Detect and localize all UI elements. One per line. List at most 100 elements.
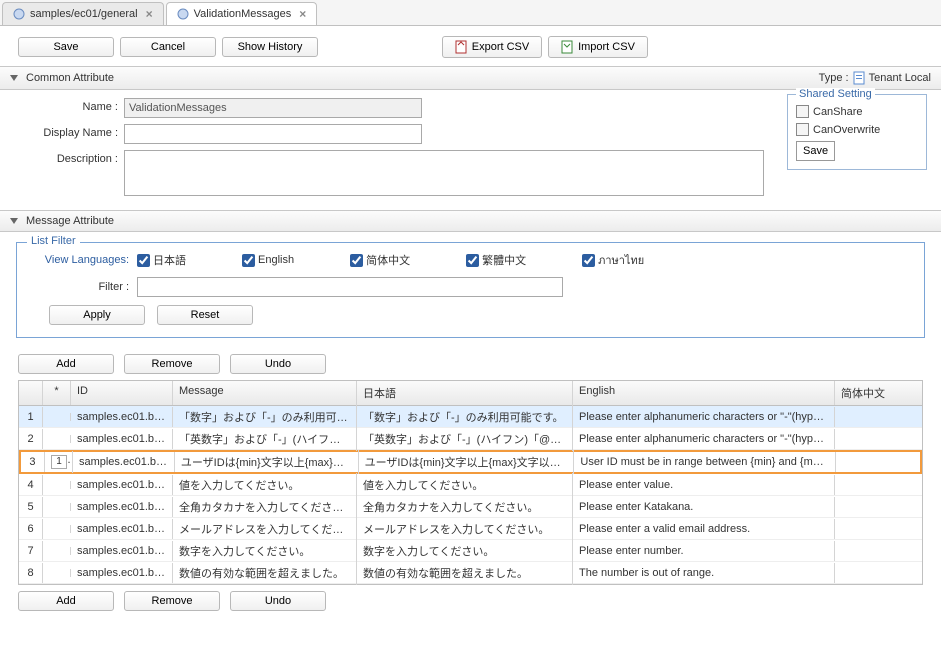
row-id[interactable]: samples.ec01.be… xyxy=(71,563,173,583)
message-attribute-header[interactable]: Message Attribute xyxy=(0,210,941,232)
row-id[interactable]: samples.ec01.be… xyxy=(71,475,173,495)
row-japanese[interactable]: 数値の有効な範囲を超えました。 xyxy=(357,561,573,585)
row-english[interactable]: Please enter number. xyxy=(573,541,835,561)
row-japanese[interactable]: 「英数字」および「-」(ハイフン)「@」… xyxy=(357,427,573,451)
table-row[interactable]: 7samples.ec01.be…数字を入力してください。数字を入力してください… xyxy=(19,540,922,562)
row-id[interactable]: samples.ec01.be… xyxy=(71,541,173,561)
undo-button[interactable]: Undo xyxy=(230,591,326,611)
row-id[interactable]: samples.ec01.be… xyxy=(71,519,173,539)
row-english[interactable]: Please enter Katakana. xyxy=(573,497,835,517)
table-row[interactable]: 1 samples.ec01.be…「数字」および「-」のみ利用可…「数字」および… xyxy=(19,406,922,428)
row-message[interactable]: 全角カタカナを入力してください。 xyxy=(173,495,357,519)
undo-button[interactable]: Undo xyxy=(230,354,326,374)
row-english[interactable]: The number is out of range. xyxy=(573,563,835,583)
row-message[interactable]: 「英数字」および「-」(ハイフン)… xyxy=(173,427,357,451)
col-japanese-header[interactable]: 日本語 xyxy=(357,381,573,405)
row-japanese[interactable]: 「数字」および「-」のみ利用可能です。 xyxy=(357,405,573,429)
lang-zhcn-checkbox[interactable]: 简体中文 xyxy=(350,252,410,268)
table-row[interactable]: 4samples.ec01.be…値を入力してください。値を入力してください。P… xyxy=(19,474,922,496)
table-row[interactable]: 5samples.ec01.be…全角カタカナを入力してください。全角カタカナを… xyxy=(19,496,922,518)
row-message[interactable]: メールアドレスを入力してくださ… xyxy=(173,517,357,541)
lang-en-checkbox[interactable]: English xyxy=(242,254,294,267)
cancel-button[interactable]: Cancel xyxy=(120,37,216,57)
row-star xyxy=(43,413,71,421)
row-star xyxy=(43,435,71,443)
row-id[interactable]: samples.ec01.be… xyxy=(71,407,173,427)
show-history-button[interactable]: Show History xyxy=(222,37,318,57)
row-japanese[interactable]: ユーザIDは{min}文字以上{max}文字以下… xyxy=(359,450,575,474)
save-button[interactable]: Save xyxy=(18,37,114,57)
remove-button[interactable]: Remove xyxy=(124,591,220,611)
row-english[interactable]: Please enter a valid email address. xyxy=(573,519,835,539)
row-english[interactable]: User ID must be in range between {min} a… xyxy=(574,452,836,472)
shared-save-button[interactable]: Save xyxy=(796,141,835,161)
row-index: 7 xyxy=(19,541,43,561)
add-button[interactable]: Add xyxy=(18,591,114,611)
add-button[interactable]: Add xyxy=(18,354,114,374)
row-chinese[interactable] xyxy=(835,435,919,443)
row-index: 3 xyxy=(21,452,45,472)
row-chinese[interactable] xyxy=(835,525,919,533)
close-icon[interactable]: × xyxy=(146,7,153,21)
remove-button[interactable]: Remove xyxy=(124,354,220,374)
row-japanese[interactable]: 全角カタカナを入力してください。 xyxy=(357,495,573,519)
filter-input[interactable] xyxy=(137,277,563,297)
canshare-checkbox[interactable] xyxy=(796,105,809,118)
reset-button[interactable]: Reset xyxy=(157,305,253,325)
row-message[interactable]: 数値の有効な範囲を超えました。 xyxy=(173,561,357,585)
row-chinese[interactable] xyxy=(835,547,919,555)
table-row[interactable]: 31samples.ec01.be…ユーザIDは{min}文字以上{max}文…… xyxy=(19,450,922,474)
row-japanese[interactable]: 数字を入力してください。 xyxy=(357,539,573,563)
row-chinese[interactable] xyxy=(835,569,919,577)
row-message[interactable]: 数字を入力してください。 xyxy=(173,539,357,563)
row-english[interactable]: Please enter alphanumeric characters or … xyxy=(573,407,835,427)
col-star-header[interactable]: * xyxy=(43,381,71,405)
row-id[interactable]: samples.ec01.be… xyxy=(71,497,173,517)
col-english-header[interactable]: English xyxy=(573,381,835,405)
name-field[interactable] xyxy=(124,98,422,118)
description-label: Description : xyxy=(12,150,124,165)
table-row[interactable]: 6samples.ec01.be…メールアドレスを入力してくださ…メールアドレス… xyxy=(19,518,922,540)
export-csv-button[interactable]: Export CSV xyxy=(442,36,542,58)
row-chinese[interactable] xyxy=(835,503,919,511)
row-japanese[interactable]: メールアドレスを入力してください。 xyxy=(357,517,573,541)
lang-th-checkbox[interactable]: ภาษาไทย xyxy=(582,251,644,269)
import-csv-button[interactable]: Import CSV xyxy=(548,36,648,58)
message-grid: * ID Message 日本語 English 简体中文 1 samples.e… xyxy=(18,380,923,585)
grid-toolbar-top: Add Remove Undo xyxy=(0,348,941,380)
message-attribute-title: Message Attribute xyxy=(26,215,114,227)
table-row[interactable]: 2samples.ec01.be…「英数字」および「-」(ハイフン)…「英数字」… xyxy=(19,428,922,450)
col-id-header[interactable]: ID xyxy=(71,381,173,405)
row-id[interactable]: samples.ec01.be… xyxy=(71,429,173,449)
canoverwrite-checkbox[interactable] xyxy=(796,123,809,136)
close-icon[interactable]: × xyxy=(299,7,306,21)
lang-ja-checkbox[interactable]: 日本語 xyxy=(137,252,186,268)
row-english[interactable]: Please enter value. xyxy=(573,475,835,495)
row-id[interactable]: samples.ec01.be… xyxy=(73,452,175,472)
lang-zhtw-checkbox[interactable]: 繁體中文 xyxy=(466,252,526,268)
row-chinese[interactable] xyxy=(835,413,919,421)
common-attribute-header[interactable]: Common Attribute Type : Tenant Local xyxy=(0,66,941,90)
row-message[interactable]: 値を入力してください。 xyxy=(173,473,357,497)
row-message[interactable]: 「数字」および「-」のみ利用可… xyxy=(173,405,357,429)
display-name-field[interactable] xyxy=(124,124,422,144)
row-star xyxy=(43,525,71,533)
row-english[interactable]: Please enter alphanumeric characters or … xyxy=(573,429,835,449)
table-row[interactable]: 8samples.ec01.be…数値の有効な範囲を超えました。数値の有効な範囲… xyxy=(19,562,922,584)
row-message[interactable]: ユーザIDは{min}文字以上{max}文… xyxy=(175,450,359,474)
row-index: 1 xyxy=(19,407,43,427)
row-chinese[interactable] xyxy=(836,458,920,466)
row-chinese[interactable] xyxy=(835,481,919,489)
col-message-header[interactable]: Message xyxy=(173,381,357,405)
description-field[interactable] xyxy=(124,150,764,196)
document-icon xyxy=(13,8,25,20)
col-chinese-header[interactable]: 简体中文 xyxy=(835,381,919,405)
type-area: Type : Tenant Local xyxy=(819,71,931,85)
col-index-header[interactable] xyxy=(19,381,43,405)
apply-button[interactable]: Apply xyxy=(49,305,145,325)
type-label: Type : xyxy=(819,72,849,84)
row-japanese[interactable]: 値を入力してください。 xyxy=(357,473,573,497)
tab-validation-messages[interactable]: ValidationMessages × xyxy=(166,2,318,25)
tab-samples-general[interactable]: samples/ec01/general × xyxy=(2,2,164,25)
page-icon xyxy=(853,71,865,85)
